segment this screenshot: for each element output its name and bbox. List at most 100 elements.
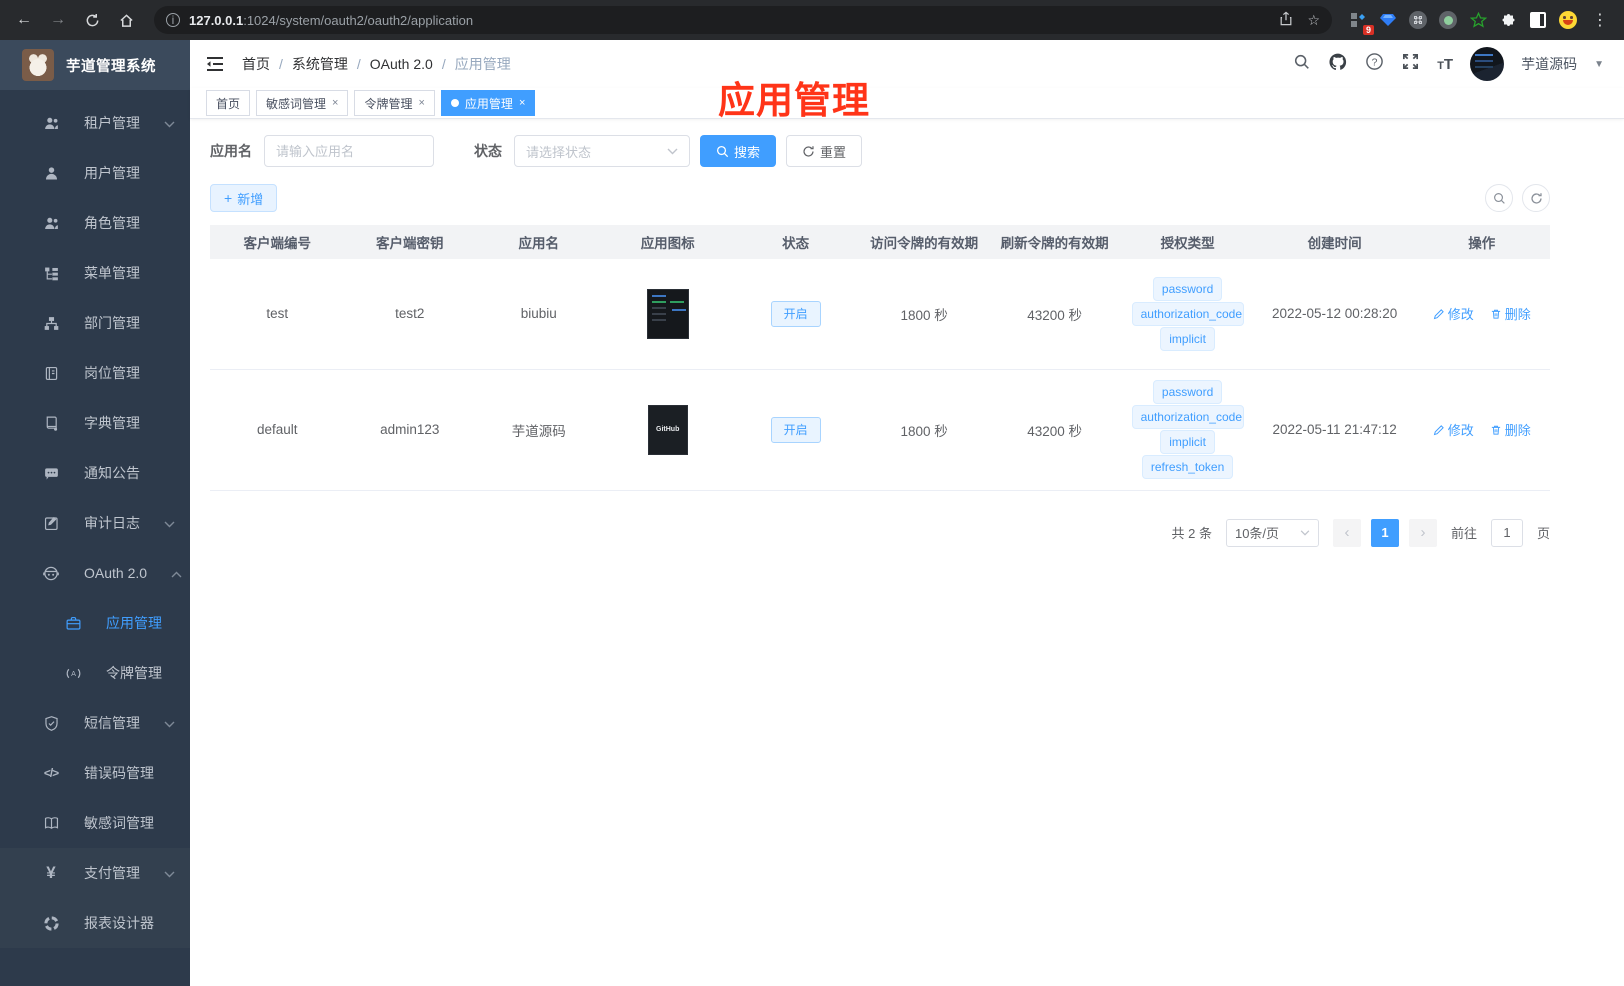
sidebar-item-sms[interactable]: 短信管理 bbox=[0, 698, 190, 748]
sidebar-item-dept[interactable]: 部门管理 bbox=[0, 298, 190, 348]
id-badge-icon bbox=[42, 365, 60, 382]
refresh-icon bbox=[1530, 192, 1542, 204]
message-bubble-icon bbox=[42, 465, 60, 482]
status-select[interactable]: 请选择状态 bbox=[514, 135, 690, 167]
add-button[interactable]: + 新增 bbox=[210, 184, 278, 212]
sidebar-item-oauth2-token[interactable]: A 令牌管理 bbox=[0, 648, 190, 698]
sidebar-item-label: 通知公告 bbox=[84, 465, 140, 481]
page-size-select[interactable]: 10条/页 bbox=[1225, 518, 1319, 547]
show-search-toggle-button[interactable] bbox=[1485, 184, 1513, 212]
sidebar-item-payment[interactable]: ¥ 支付管理 bbox=[0, 848, 190, 898]
code-icon: </> bbox=[43, 766, 59, 780]
chevron-down-icon[interactable]: ▼ bbox=[1594, 59, 1604, 70]
col-client-secret: 客户端密钥 bbox=[344, 225, 475, 259]
breadcrumb-oauth2[interactable]: OAuth 2.0 bbox=[370, 56, 433, 72]
delete-link[interactable]: 删除 bbox=[1490, 420, 1531, 439]
forward-icon[interactable]: → bbox=[44, 6, 72, 34]
cell-refresh-ttl: 43200 秒 bbox=[989, 259, 1120, 370]
trash-icon bbox=[1491, 425, 1500, 435]
tab-bar: 首页 敏感词管理 × 令牌管理 × 应用管理 × bbox=[190, 88, 1624, 119]
tab-application[interactable]: 应用管理 × bbox=[440, 90, 536, 116]
home-icon[interactable] bbox=[112, 6, 140, 34]
sidebar-item-audit-log[interactable]: 审计日志 bbox=[0, 498, 190, 548]
gem-extension-icon[interactable] bbox=[1376, 8, 1400, 32]
sidebar-item-tenant[interactable]: 租户管理 bbox=[0, 98, 190, 148]
robot-icon bbox=[42, 564, 60, 582]
edit-link[interactable]: 修改 bbox=[1433, 420, 1474, 439]
sidebar-item-error-code[interactable]: </> 错误码管理 bbox=[0, 748, 190, 798]
collapse-sidebar-icon[interactable] bbox=[204, 53, 226, 75]
close-icon[interactable]: × bbox=[519, 97, 525, 109]
refresh-table-button[interactable] bbox=[1522, 184, 1550, 212]
sidebar-item-dict[interactable]: 字典管理 bbox=[0, 398, 190, 448]
sidebar-item-report-designer[interactable]: 报表设计器 bbox=[0, 898, 190, 948]
avatar[interactable] bbox=[1470, 47, 1505, 81]
bookmark-star-icon[interactable]: ☆ bbox=[1307, 12, 1320, 29]
app-name-input[interactable] bbox=[264, 135, 434, 167]
sidebar-item-menu[interactable]: 菜单管理 bbox=[0, 248, 190, 298]
goto-page-input[interactable] bbox=[1490, 518, 1523, 547]
tab-sensitive-word[interactable]: 敏感词管理 × bbox=[256, 90, 349, 116]
delete-link[interactable]: 删除 bbox=[1490, 304, 1531, 323]
col-client-id: 客户端编号 bbox=[210, 225, 345, 259]
command-extension-icon[interactable] bbox=[1406, 8, 1430, 32]
app-name-label: 应用名 bbox=[210, 143, 252, 159]
github-icon[interactable] bbox=[1328, 52, 1348, 77]
yen-icon: ¥ bbox=[46, 863, 56, 882]
sidebar-item-oauth2-application[interactable]: 应用管理 bbox=[0, 598, 190, 648]
green-star-extension-icon[interactable] bbox=[1466, 8, 1490, 32]
edit-link[interactable]: 修改 bbox=[1433, 304, 1474, 323]
sidebar-item-sensitive-word[interactable]: 敏感词管理 bbox=[0, 798, 190, 848]
profile-avatar-icon[interactable] bbox=[1556, 8, 1580, 32]
col-status: 状态 bbox=[732, 225, 859, 259]
url-text: 127.0.0.1:1024/system/oauth2/oauth2/appl… bbox=[189, 12, 474, 28]
cell-client-id: default bbox=[210, 369, 345, 491]
grant-tag: implicit bbox=[1160, 430, 1215, 454]
sidebar-item-label: 岗位管理 bbox=[84, 365, 140, 381]
reset-button[interactable]: 重置 bbox=[786, 135, 863, 167]
sidebar-item-user[interactable]: 用户管理 bbox=[0, 148, 190, 198]
share-icon[interactable] bbox=[1279, 11, 1293, 29]
pencil-icon bbox=[1433, 308, 1444, 319]
side-panel-icon[interactable] bbox=[1526, 8, 1550, 32]
close-icon[interactable]: × bbox=[332, 97, 338, 109]
sidebar-item-notice[interactable]: 通知公告 bbox=[0, 448, 190, 498]
font-size-icon[interactable]: TT bbox=[1437, 56, 1453, 73]
address-bar[interactable]: i 127.0.0.1:1024/system/oauth2/oauth2/ap… bbox=[154, 6, 1332, 34]
sidebar-item-post[interactable]: 岗位管理 bbox=[0, 348, 190, 398]
chevron-down-icon bbox=[164, 115, 175, 131]
breadcrumb-current: 应用管理 bbox=[454, 56, 511, 72]
help-icon[interactable]: ? bbox=[1365, 52, 1384, 76]
search-icon[interactable] bbox=[1293, 53, 1311, 76]
fullscreen-icon[interactable] bbox=[1401, 52, 1420, 76]
back-icon[interactable]: ← bbox=[10, 6, 38, 34]
users-icon bbox=[42, 115, 60, 132]
breadcrumb-system[interactable]: 系统管理 bbox=[292, 54, 348, 74]
tab-manager-extension-icon[interactable]: 9 bbox=[1346, 8, 1374, 35]
status-badge: 开启 bbox=[770, 300, 821, 327]
site-info-icon[interactable]: i bbox=[166, 13, 180, 27]
close-icon[interactable]: × bbox=[418, 97, 424, 109]
sidebar-item-label: 应用管理 bbox=[106, 615, 162, 631]
next-page-button[interactable]: › bbox=[1408, 518, 1437, 547]
reload-icon[interactable] bbox=[78, 6, 106, 34]
sidebar-item-oauth2[interactable]: OAuth 2.0 bbox=[0, 548, 190, 598]
tab-home[interactable]: 首页 bbox=[206, 90, 251, 116]
sidebar-item-role[interactable]: 角色管理 bbox=[0, 198, 190, 248]
pencil-icon bbox=[1433, 424, 1444, 435]
total-count: 共 2 条 bbox=[1171, 526, 1212, 541]
cell-app-name: 芋道源码 bbox=[474, 369, 603, 491]
tab-token[interactable]: 令牌管理 × bbox=[354, 90, 435, 116]
sidebar-item-label: 字典管理 bbox=[84, 415, 140, 431]
breadcrumb-home[interactable]: 首页 bbox=[242, 54, 270, 74]
search-button[interactable]: 搜索 bbox=[700, 135, 777, 167]
cell-access-ttl: 1800 秒 bbox=[858, 369, 990, 491]
col-created-at: 创建时间 bbox=[1255, 225, 1414, 259]
recorder-extension-icon[interactable] bbox=[1436, 8, 1460, 32]
prev-page-button[interactable]: ‹ bbox=[1332, 518, 1361, 547]
chevron-down-icon bbox=[667, 148, 678, 154]
current-page[interactable]: 1 bbox=[1370, 518, 1399, 547]
browser-menu-icon[interactable]: ⋮ bbox=[1586, 6, 1614, 34]
app-logo-row[interactable]: 芋道管理系统 bbox=[0, 40, 190, 90]
extensions-puzzle-icon[interactable] bbox=[1496, 8, 1520, 32]
